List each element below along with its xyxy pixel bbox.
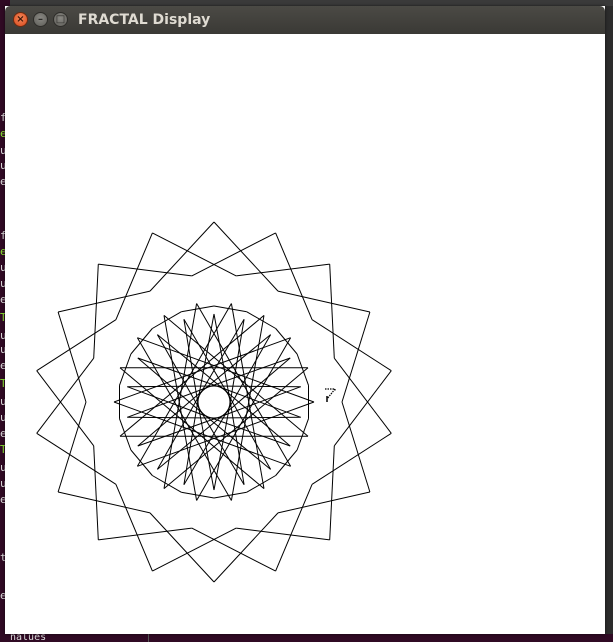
- star-spike-edge: [191, 232, 276, 277]
- star-spike-edge: [236, 527, 330, 541]
- terminal-divider: [148, 634, 149, 642]
- inner-ray: [213, 385, 301, 388]
- star-spike-edge: [93, 445, 99, 540]
- ring-edge: [130, 328, 153, 355]
- mouse-pointer-icon: [325, 388, 336, 402]
- inner-ray: [157, 413, 225, 470]
- window-titlebar[interactable]: × – □ FRACTAL Display: [5, 6, 605, 34]
- star-spike-edge: [329, 445, 335, 540]
- star-spike-edge: [341, 311, 371, 403]
- star-spike-edge: [57, 290, 151, 313]
- star-spike-edge: [341, 401, 371, 493]
- star-spike-edge: [36, 319, 117, 372]
- window-minimize-button[interactable]: –: [33, 12, 48, 27]
- star-spike-edge: [149, 221, 215, 292]
- star-spike-edge: [36, 432, 117, 485]
- star-spike-edge: [98, 263, 192, 277]
- star-spike-edge: [57, 401, 87, 493]
- star-spike-edge: [57, 491, 151, 514]
- inner-ray: [137, 416, 220, 447]
- ring-edge: [275, 328, 298, 355]
- ring-edge: [213, 305, 247, 313]
- window-close-button[interactable]: ×: [13, 12, 28, 27]
- star-spike-edge: [98, 527, 192, 541]
- ring-edge: [181, 491, 215, 499]
- minimize-icon: –: [38, 14, 43, 25]
- star-spike-edge: [311, 319, 392, 372]
- ring-edge: [296, 353, 309, 386]
- star-spike-edge: [191, 527, 276, 572]
- star-chord: [196, 303, 292, 467]
- star-spike-edge: [149, 512, 215, 583]
- star-spike-edge: [115, 232, 153, 320]
- star-chord: [136, 303, 232, 467]
- ring-edge: [275, 449, 298, 476]
- star-spike-edge: [277, 491, 371, 514]
- star-spike-edge: [36, 370, 95, 447]
- star-spike-edge: [275, 232, 313, 320]
- star-spike-edge: [275, 484, 313, 572]
- window-title: FRACTAL Display: [78, 12, 211, 28]
- fractal-canvas[interactable]: [5, 34, 605, 634]
- star-spike-edge: [115, 484, 153, 572]
- window-maximize-button[interactable]: □: [53, 12, 68, 27]
- background-terminal-bottom: [0, 634, 613, 642]
- star-spike-edge: [333, 357, 392, 434]
- fractal-drawing: [36, 221, 392, 583]
- star-spike-edge: [329, 264, 335, 359]
- ring-edge: [296, 418, 309, 451]
- ring-edge: [181, 305, 215, 313]
- desktop: feuuefeuueTuueTuueTuuete nalues × – □ FR…: [0, 0, 613, 642]
- star-spike-edge: [213, 512, 279, 583]
- star-spike-edge: [333, 370, 392, 447]
- star-spike-edge: [152, 232, 237, 277]
- star-spike-edge: [36, 357, 95, 434]
- star-chord: [136, 337, 232, 501]
- inner-ray: [127, 416, 215, 419]
- ring-edge: [130, 449, 153, 476]
- star-spike-edge: [311, 432, 392, 485]
- star-spike-edge: [277, 290, 371, 313]
- ring-edge: [119, 418, 132, 451]
- center-hub: [197, 385, 231, 419]
- star-spike-edge: [57, 311, 87, 403]
- close-icon: ×: [16, 14, 25, 25]
- star-chord: [196, 337, 292, 501]
- star-spike-edge: [152, 527, 237, 572]
- ring-edge: [119, 353, 132, 386]
- maximize-icon: □: [55, 14, 66, 25]
- star-spike-edge: [236, 263, 330, 277]
- fractal-window[interactable]: × – □ FRACTAL Display: [5, 6, 605, 634]
- star-spike-edge: [93, 264, 99, 359]
- ring-edge: [213, 491, 247, 499]
- star-spike-edge: [213, 221, 279, 292]
